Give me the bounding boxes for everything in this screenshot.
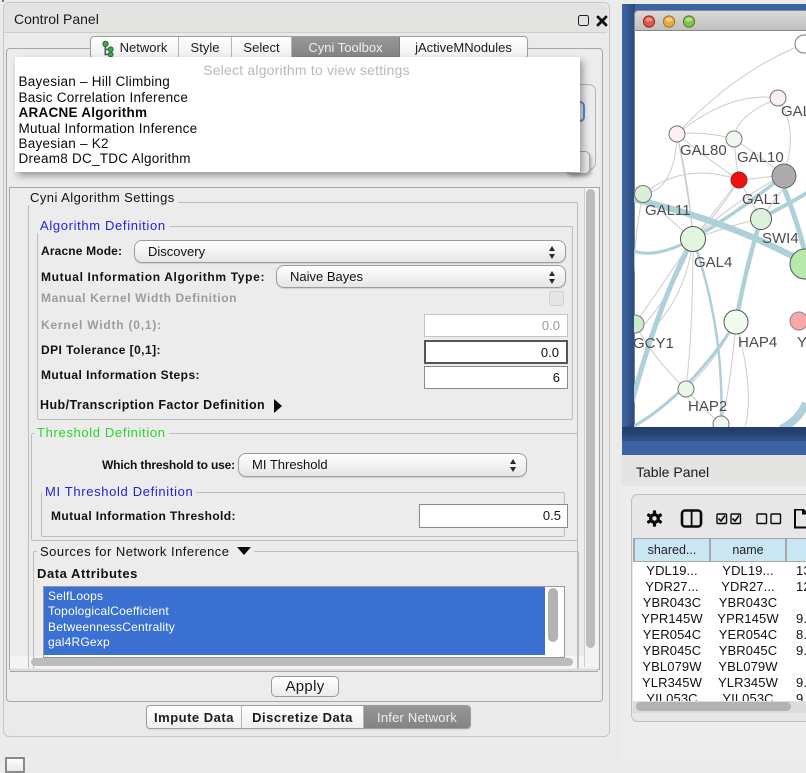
svg-text:GCY1: GCY1 [634,335,674,352]
svg-text:SWI4: SWI4 [762,230,799,247]
svg-text:GAL4: GAL4 [694,254,732,271]
svg-text:GAL11: GAL11 [645,202,691,219]
svg-text:HAP4: HAP4 [738,334,777,351]
svg-text:GAL1: GAL1 [742,191,780,208]
svg-text:Y: Y [797,334,806,351]
svg-text:GAL10: GAL10 [737,149,784,166]
svg-text:GAL7: GAL7 [781,103,806,120]
svg-text:GAL80: GAL80 [680,142,727,159]
svg-text:HAP2: HAP2 [688,398,727,415]
